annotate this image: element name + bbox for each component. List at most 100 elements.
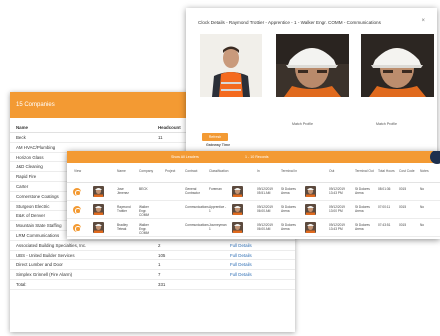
cell-term-in: St Dolores Arena — [281, 223, 296, 231]
clock-photo-thumbnail[interactable] — [305, 222, 316, 233]
cell-hours: 07:43:51 — [378, 223, 391, 227]
company-headcount: 105 — [158, 252, 166, 258]
cell-cost: 0015 — [399, 205, 407, 209]
time-entries-toolbar: Show All Leaders 1 - 10 Records — [67, 151, 440, 164]
cell-name: Bradley Teteak — [117, 223, 128, 231]
column-header: Classification — [209, 169, 229, 173]
cell-term-in: St Dolores Arena — [281, 187, 296, 195]
clock-photo-thumbnail[interactable] — [232, 186, 243, 197]
header-name: Name — [16, 125, 28, 130]
cell-class: Journeyman 1 — [209, 223, 227, 231]
full-details-link[interactable]: Full Details — [226, 270, 286, 279]
gateway-time-label: Gateway Time — [206, 143, 231, 147]
close-icon[interactable]: × — [421, 18, 425, 24]
cell-contract: Communications — [185, 223, 209, 227]
time-entries-body: Jose Jimenez BECK General Contractor Foreman 0… — [67, 183, 440, 237]
company-row: Associated Building Specialties, Inc. 2 Fu… — [10, 241, 295, 251]
clock-photo-thumbnail[interactable] — [232, 222, 243, 233]
cell-in: 09/12/2019 06:00 AM — [257, 205, 273, 213]
view-details-icon[interactable] — [73, 224, 81, 232]
refresh-button[interactable]: Refresh — [202, 133, 228, 141]
column-header: Cost Code — [399, 169, 415, 173]
cell-company: BECK — [139, 187, 148, 191]
time-entries-panel: Show All Leaders 1 - 10 Records View Name… — [67, 151, 440, 239]
company-headcount: 7 — [158, 272, 161, 278]
company-row: Total: 331 — [10, 280, 295, 290]
cell-class: Foreman — [209, 187, 222, 191]
clock-photo-thumbnail[interactable] — [305, 204, 316, 215]
view-details-icon[interactable] — [73, 188, 81, 196]
clock-photo-thumbnail[interactable] — [232, 204, 243, 215]
column-header: Terminal Out — [355, 169, 374, 173]
cell-name: Jose Jimenez — [117, 187, 129, 195]
cell-cost: 0015 — [399, 187, 407, 191]
column-header: Notes — [420, 169, 429, 173]
cell-notes: No — [420, 223, 425, 227]
cell-contract: Communications — [185, 205, 209, 209]
company-headcount: 2 — [158, 242, 161, 248]
time-entry-row[interactable]: Raymond Trottier Walker Engr. COMM Communicat… — [67, 201, 440, 219]
view-details-icon[interactable] — [73, 206, 81, 214]
cell-in: 09/12/2019 06:00 AM — [257, 223, 273, 231]
profile-photo — [200, 34, 262, 97]
column-header: Project — [165, 169, 176, 173]
clock-photo-thumbnail[interactable] — [305, 186, 316, 197]
worker-avatar — [93, 222, 104, 233]
column-header: View — [74, 169, 82, 173]
company-name: Associated Building Specialties, Inc. — [16, 242, 87, 248]
cell-out: 09/12/2019 13:00 PM — [329, 205, 345, 213]
cell-out: 09/12/2019 13:43 PM — [329, 223, 345, 231]
match-photo-1 — [276, 34, 349, 97]
company-name: Direct Lumber and Door — [16, 262, 63, 268]
match-profile-caption-1: Match Profile — [292, 122, 313, 126]
cell-notes: No — [420, 205, 425, 209]
worker-avatar — [93, 204, 104, 215]
cell-term-in: St Dolores Arena — [281, 205, 296, 213]
time-entry-row[interactable]: Jose Jimenez BECK General Contractor Foreman 0… — [67, 183, 440, 201]
cell-hours: 07:00:11 — [378, 205, 391, 209]
company-name: Total: — [16, 281, 27, 287]
full-details-link[interactable]: Full Details — [226, 251, 286, 260]
time-entry-row[interactable]: Bradley Teteak Walker Engr. COMM Communicatio… — [67, 219, 440, 237]
company-name: Beck — [16, 135, 26, 140]
cell-term-out: St Dolores Arena — [355, 205, 370, 213]
cell-out: 09/12/2019 13:43 PM — [329, 187, 345, 195]
cell-hours: 08:01:36 — [378, 187, 391, 191]
full-details-link[interactable]: Full Details — [226, 241, 286, 250]
cell-cost: 0015 — [399, 223, 407, 227]
records-count: 1 - 10 Records — [245, 155, 269, 159]
cell-notes: No — [420, 187, 425, 191]
full-details-link[interactable]: Full Details — [226, 260, 286, 269]
cell-term-out: St Dolores Arena — [355, 223, 370, 231]
company-name: Simplex Grinnell (Fire Alarm) — [16, 272, 73, 278]
company-row: Simplex Grinnell (Fire Alarm) 7 Full Detai… — [10, 270, 295, 280]
full-details-link — [226, 280, 286, 289]
column-header: In — [257, 169, 260, 173]
column-header: Total Hours — [378, 169, 395, 173]
match-photo-2 — [361, 34, 434, 97]
cell-class: Apprentice -1 — [209, 205, 227, 213]
cell-contract: General Contractor — [185, 187, 200, 195]
cell-company: Walker Engr. COMM — [139, 205, 150, 217]
clock-details-title: Clock Details - Raymond Trottier - Appre… — [198, 20, 381, 25]
cell-name: Raymond Trottier — [117, 205, 131, 213]
clock-details-modal: Clock Details - Raymond Trottier - Appre… — [186, 8, 437, 158]
column-header: Out — [329, 169, 335, 173]
match-profile-caption-2: Match Profile — [376, 122, 397, 126]
cell-company: Walker Engr. COMM — [139, 223, 150, 235]
time-entries-header: View Name Company Project Contract Classifica… — [67, 163, 440, 183]
company-headcount: 1 — [158, 262, 161, 268]
column-header: Company — [139, 169, 154, 173]
company-headcount: 331 — [158, 281, 166, 287]
company-row: UBS - United Builder Services 105 Full Det… — [10, 251, 295, 261]
show-all-leaders-link[interactable]: Show All Leaders — [171, 155, 199, 159]
company-name: UBS - United Builder Services — [16, 252, 75, 258]
column-header: Name — [117, 169, 126, 173]
company-row: Direct Lumber and Door 1 Full Details — [10, 260, 295, 271]
screenshot-stage: 15 Companies Name Headcount Beck 11 AM HVA… — [0, 0, 440, 336]
worker-avatar — [93, 186, 104, 197]
column-header: Terminal In — [281, 169, 298, 173]
cell-term-out: St Dolores Arena — [355, 187, 370, 195]
column-header: Contract — [185, 169, 198, 173]
cell-in: 09/12/2019 05:51 AM — [257, 187, 273, 195]
